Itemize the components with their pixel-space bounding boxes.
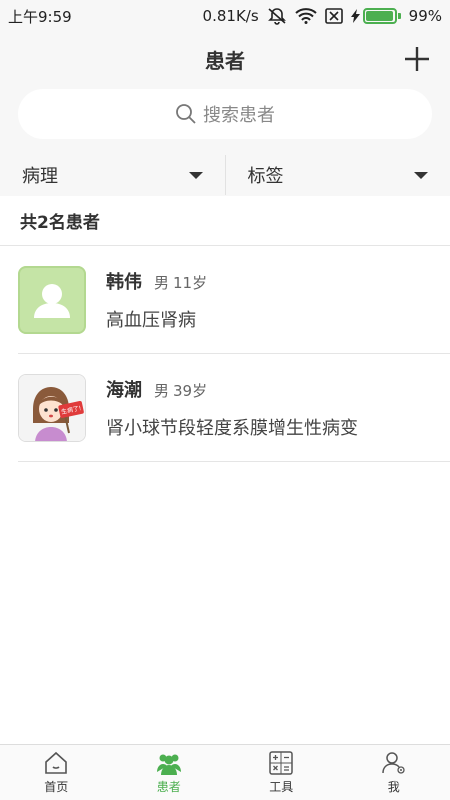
search-input[interactable]: 搜索患者 — [18, 89, 432, 139]
tab-home[interactable]: 首页 — [0, 745, 113, 800]
filter-bar: 病理 标签 — [0, 150, 450, 200]
app-header: 患者 — [0, 32, 450, 86]
filter-label: 标签 — [247, 166, 284, 187]
tab-label: 工具 — [269, 780, 294, 794]
filter-pathology[interactable]: 病理 — [0, 155, 225, 195]
patients-icon — [156, 754, 181, 775]
home-icon — [45, 751, 68, 774]
patient-gender: 男 — [154, 381, 170, 400]
patient-diagnosis: 高血压肾病 — [106, 309, 196, 331]
patient-info: 韩伟 男 11岁 高血压肾病 — [106, 268, 207, 332]
search-container: 搜索患者 — [0, 86, 450, 142]
filter-label: 病理 — [22, 166, 58, 187]
charging-bolt-icon — [350, 9, 360, 23]
patient-diagnosis: 肾小球节段轻度系膜增生性病变 — [106, 417, 358, 439]
filter-tags[interactable]: 标签 — [224, 155, 450, 195]
calculator-icon — [269, 751, 293, 775]
patient-header: 韩伟 男 11岁 — [106, 268, 207, 294]
list-item[interactable]: 韩伟 男 11岁 高血压肾病 — [18, 246, 450, 354]
status-right: 0.81K/s 99% — [203, 7, 442, 25]
patient-name: 海潮 — [106, 379, 142, 401]
patient-info: 海潮 男 39岁 肾小球节段轻度系膜增生性病变 — [106, 376, 358, 440]
patient-list-panel: 共2名患者 韩伟 男 11岁 高血压肾病 生病了! 海潮 男 39岁 肾小球节段… — [0, 196, 450, 744]
patient-age: 11岁 — [173, 273, 208, 292]
tab-label: 首页 — [44, 780, 69, 794]
dropdown-arrow-icon — [188, 171, 203, 179]
person-silhouette-icon — [18, 265, 86, 334]
search-icon — [176, 104, 196, 124]
bottom-tab-bar: 首页 患者 工具 我 — [0, 744, 450, 800]
patient-name: 韩伟 — [106, 271, 142, 293]
dropdown-arrow-icon — [414, 171, 428, 179]
profile-icon — [382, 752, 405, 774]
wifi-icon — [294, 8, 317, 24]
tab-label: 我 — [387, 780, 400, 794]
battery-shell — [362, 8, 397, 24]
patient-age: 39岁 — [173, 381, 208, 400]
tab-label: 患者 — [156, 780, 181, 794]
no-sim-icon — [324, 8, 343, 24]
patient-header: 海潮 男 39岁 — [106, 376, 358, 402]
battery-percent: 99% — [408, 7, 442, 25]
tab-me[interactable]: 我 — [338, 745, 450, 800]
cartoon-girl-icon: 生病了! — [19, 374, 85, 441]
status-bar: 上午9:59 0.81K/s 99% — [0, 0, 450, 32]
patient-gender: 男 — [154, 273, 170, 292]
patient-count: 共2名患者 — [0, 196, 450, 246]
tab-patients[interactable]: 患者 — [113, 745, 226, 800]
default-person-icon — [18, 265, 86, 334]
add-icon[interactable] — [402, 44, 432, 74]
page-title: 患者 — [205, 48, 245, 73]
battery-icon — [350, 8, 401, 24]
battery-tip — [397, 13, 401, 19]
cartoon-girl-avatar: 生病了! — [18, 373, 86, 442]
network-speed: 0.81K/s — [202, 7, 259, 25]
mute-bell-icon — [267, 8, 286, 25]
tab-tools[interactable]: 工具 — [225, 745, 338, 800]
status-time: 上午9:59 — [8, 7, 72, 26]
battery-fill — [365, 11, 394, 21]
search-placeholder: 搜索患者 — [203, 105, 275, 126]
list-item[interactable]: 生病了! 海潮 男 39岁 肾小球节段轻度系膜增生性病变 — [18, 354, 450, 462]
